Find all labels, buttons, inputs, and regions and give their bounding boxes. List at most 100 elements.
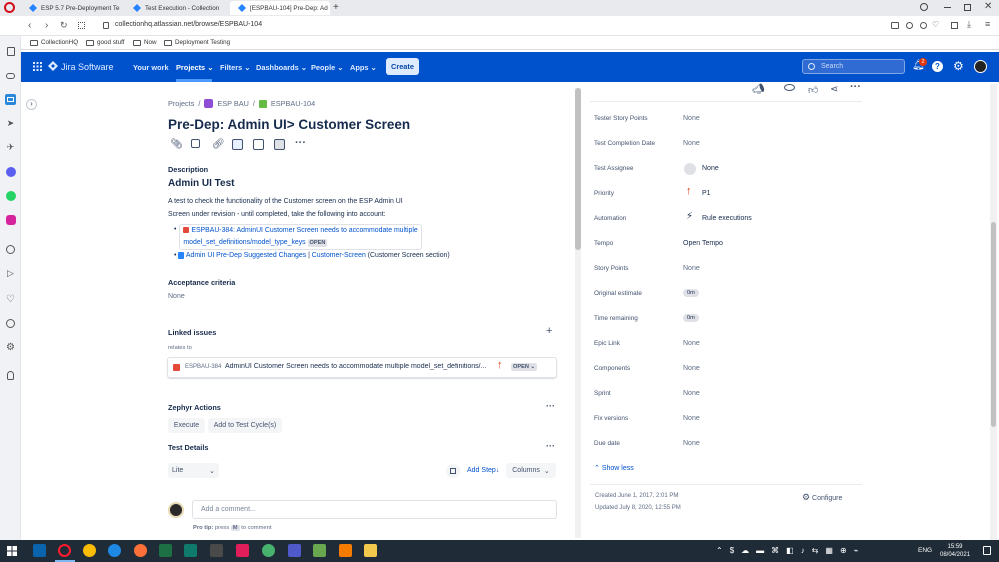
- camera-icon[interactable]: [891, 22, 899, 29]
- reload-icon[interactable]: ↻: [60, 20, 68, 31]
- forward-icon[interactable]: ›: [45, 20, 48, 31]
- product-name[interactable]: Jira Software: [61, 62, 114, 72]
- url-field[interactable]: collectionhq.atlassian.net/browse/ESPBAU…: [115, 21, 262, 28]
- megaphone-icon[interactable]: 📣︎: [752, 84, 765, 95]
- watch-icon[interactable]: [784, 84, 795, 91]
- close-window-button[interactable]: ✕: [984, 1, 992, 12]
- vote-icon[interactable]: 👍︎: [808, 84, 818, 96]
- more-icon[interactable]: ···: [546, 441, 555, 451]
- help-icon[interactable]: ?: [932, 61, 943, 72]
- confluence-link[interactable]: Admin UI Pre-Dep Suggested Changes: [186, 252, 306, 259]
- app-action-icon[interactable]: [253, 139, 265, 151]
- show-less-button[interactable]: ⌃ Show less: [594, 464, 634, 472]
- menu-icon[interactable]: ≡: [985, 19, 990, 29]
- windows-start-icon[interactable]: [7, 546, 17, 556]
- app-switcher-icon[interactable]: [33, 62, 42, 71]
- browser-tab[interactable]: ESP 5.7 Pre-Deployment Te: [21, 1, 124, 15]
- news-icon[interactable]: [5, 70, 16, 81]
- breadcrumb-issue-key[interactable]: ESPBAU-104: [271, 99, 315, 108]
- field-value-test-assignee[interactable]: None: [702, 165, 719, 172]
- bookmark-item[interactable]: CollectionHQ: [30, 39, 78, 46]
- notification-center-icon[interactable]: [983, 546, 991, 555]
- app-action-icon[interactable]: [232, 139, 244, 151]
- acceptance-criteria-value[interactable]: None: [168, 293, 185, 300]
- nav-filters[interactable]: Filters ⌄: [220, 63, 250, 72]
- main-scrollbar[interactable]: [575, 88, 581, 538]
- tray-icons[interactable]: ⌃$☁︎▬⌘◧♪⇆▦⊕⌁: [716, 546, 866, 555]
- tabs-grid-icon[interactable]: [78, 22, 85, 29]
- create-button[interactable]: Create: [386, 58, 419, 75]
- sublime-icon[interactable]: [210, 544, 223, 557]
- download-icon[interactable]: ⤓: [967, 19, 971, 30]
- columns-dropdown[interactable]: Columns ⌄: [506, 463, 556, 478]
- breadcrumb-projects[interactable]: Projects: [168, 99, 194, 108]
- comment-input[interactable]: Add a comment...: [192, 500, 557, 519]
- share-icon[interactable]: ⋖: [830, 84, 838, 95]
- shield-icon[interactable]: [906, 22, 913, 29]
- app-action-icon[interactable]: [274, 139, 286, 151]
- field-value-tempo[interactable]: Open Tempo: [683, 240, 723, 247]
- chrome-icon[interactable]: [83, 544, 96, 557]
- send-icon[interactable]: ➤: [5, 118, 16, 129]
- paint-icon[interactable]: [339, 544, 352, 557]
- bookmark-item[interactable]: Deployment Testing: [164, 39, 230, 46]
- nav-dashboards[interactable]: Dashboards ⌄: [256, 63, 307, 72]
- nav-people[interactable]: People ⌄: [311, 63, 343, 72]
- excel-icon[interactable]: [159, 544, 172, 557]
- language-indicator[interactable]: ENG: [918, 547, 932, 554]
- instagram-icon[interactable]: [5, 214, 16, 225]
- cube-icon[interactable]: [951, 22, 958, 29]
- field-value-components[interactable]: None: [683, 365, 700, 372]
- settings-icon[interactable]: ⚙: [953, 59, 964, 73]
- heart-icon[interactable]: ♡: [5, 294, 16, 305]
- field-value-original-estimate[interactable]: 0m: [683, 289, 699, 297]
- copy-steps-icon[interactable]: [446, 464, 460, 478]
- linked-issue-row[interactable]: ESPBAU-384 AdminUI Customer Screen needs…: [167, 357, 557, 378]
- field-value-test-completion-date[interactable]: None: [683, 140, 700, 147]
- history-icon[interactable]: [5, 318, 16, 329]
- add-step-button[interactable]: Add Step↓: [467, 467, 499, 474]
- bookmark-item[interactable]: good stuff: [86, 39, 125, 46]
- panel-scrollbar[interactable]: [990, 84, 997, 540]
- speed-dial-icon[interactable]: [5, 46, 16, 57]
- scrollbar-thumb[interactable]: [575, 88, 581, 250]
- app-icon[interactable]: [184, 544, 197, 557]
- more-icon[interactable]: ···: [850, 81, 861, 93]
- notepad-icon[interactable]: [313, 544, 326, 557]
- field-value-fix-versions[interactable]: None: [683, 415, 700, 422]
- teams-icon[interactable]: [288, 544, 301, 557]
- bookmark-item[interactable]: Now: [133, 39, 157, 46]
- nav-projects[interactable]: Projects ⌄: [176, 63, 213, 72]
- edge-icon[interactable]: [108, 544, 121, 557]
- link-issue-icon[interactable]: 🔗︎: [212, 139, 225, 151]
- messenger-icon[interactable]: [5, 166, 16, 177]
- firefox-icon[interactable]: [134, 544, 147, 557]
- snipping-icon[interactable]: [262, 544, 275, 557]
- field-value-story-points[interactable]: None: [683, 265, 700, 272]
- settings-icon[interactable]: ⚙: [5, 342, 16, 353]
- outlook-icon[interactable]: [33, 544, 46, 557]
- add-to-test-cycle-button[interactable]: Add to Test Cycle(s): [208, 418, 282, 433]
- nav-your-work[interactable]: Your work: [133, 63, 169, 72]
- attach-icon[interactable]: 📎︎: [170, 139, 183, 151]
- avatar[interactable]: [974, 60, 987, 73]
- browser-tab-active[interactable]: [ESPBAU-104] Pre-Dep: Ad: [230, 1, 330, 15]
- slack-icon[interactable]: [236, 544, 249, 557]
- back-icon[interactable]: ‹: [28, 20, 31, 31]
- execute-button[interactable]: Execute: [168, 418, 205, 433]
- opera-icon[interactable]: [58, 544, 71, 557]
- field-value-priority[interactable]: P1: [702, 190, 711, 197]
- field-value-automation[interactable]: Rule executions: [702, 215, 752, 222]
- child-issue-icon[interactable]: [191, 139, 203, 151]
- field-value-epic-link[interactable]: None: [683, 340, 700, 347]
- flow-icon[interactable]: ▷: [5, 268, 16, 279]
- whatsapp-icon[interactable]: [5, 190, 16, 201]
- workspace-icon[interactable]: [5, 94, 16, 105]
- add-link-icon[interactable]: +: [546, 325, 552, 337]
- search-tabs-icon[interactable]: [920, 3, 928, 11]
- clock[interactable]: 15:59 08/04/2021: [940, 543, 970, 559]
- play-icon[interactable]: [920, 22, 927, 29]
- pin-icon[interactable]: ✈: [5, 142, 16, 153]
- file-explorer-icon[interactable]: [364, 544, 377, 557]
- search-input[interactable]: Search: [802, 59, 905, 74]
